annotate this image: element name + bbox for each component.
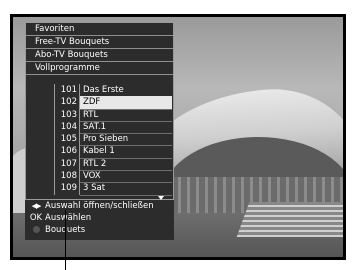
channel-row[interactable]: 106 Kabel 1 [26, 145, 173, 159]
channel-name: Das Erste [80, 84, 172, 98]
ok-key-label: OK [29, 213, 43, 223]
channel-row[interactable]: 108 VOX [26, 170, 173, 184]
gray-button-icon [29, 224, 43, 236]
channel-number: 103 [54, 108, 80, 121]
channel-number: 109 [54, 182, 80, 195]
category-favoriten[interactable]: Favoriten [26, 23, 173, 36]
channel-row[interactable]: 107 RTL 2 [26, 157, 173, 172]
channel-list-panel: Favoriten Free-TV Bouquets Abo-TV Bouque… [25, 22, 174, 200]
channel-name: RTL [80, 109, 172, 122]
channel-number: 107 [54, 157, 80, 171]
left-right-arrows-icon: ◀▶ [31, 202, 42, 210]
channel-name: Kabel 1 [80, 145, 172, 159]
channel-row[interactable]: 109 3 Sat [26, 182, 173, 196]
channel-name: Pro Sieben [80, 133, 172, 147]
channel-number: 102 [54, 96, 80, 109]
channel-number: 104 [54, 120, 80, 134]
channel-name: VOX [80, 170, 172, 184]
channel-row-selected[interactable]: 102 ZDF [26, 96, 173, 110]
category-free-tv-bouquets[interactable]: Free-TV Bouquets [26, 36, 173, 49]
callout-line [65, 210, 66, 270]
channel-number: 101 [54, 84, 80, 97]
category-vollprogramme[interactable]: Vollprogramme [26, 62, 173, 75]
help-ok-text: Auswählen [45, 213, 92, 223]
help-row-ok: OK Auswählen [25, 212, 174, 224]
channel-row[interactable]: 103 RTL [26, 108, 173, 122]
channel-name: ZDF [80, 96, 172, 110]
help-row-bouquets: Bouquets [25, 224, 174, 236]
channel-row[interactable]: 105 Pro Sieben [26, 133, 173, 147]
help-panel: ◀▶ Auswahl öffnen/schließen OK Auswählen… [25, 200, 174, 240]
background-stairs [236, 202, 343, 237]
channel-list: 101 Das Erste 102 ZDF 103 RTL 104 SAT.1 … [26, 84, 173, 196]
help-row-toggle: ◀▶ Auswahl öffnen/schließen [25, 200, 174, 212]
help-toggle-text: Auswahl öffnen/schließen [45, 201, 154, 211]
channel-row[interactable]: 101 Das Erste [26, 84, 173, 98]
category-abo-tv-bouquets[interactable]: Abo-TV Bouquets [26, 49, 173, 62]
channel-number: 106 [54, 145, 80, 158]
channel-name: 3 Sat [80, 182, 172, 196]
channel-number: 105 [54, 133, 80, 146]
channel-name: SAT.1 [80, 121, 172, 135]
channel-number: 108 [54, 170, 80, 183]
channel-name: RTL 2 [80, 158, 172, 172]
channel-row[interactable]: 104 SAT.1 [26, 120, 173, 135]
